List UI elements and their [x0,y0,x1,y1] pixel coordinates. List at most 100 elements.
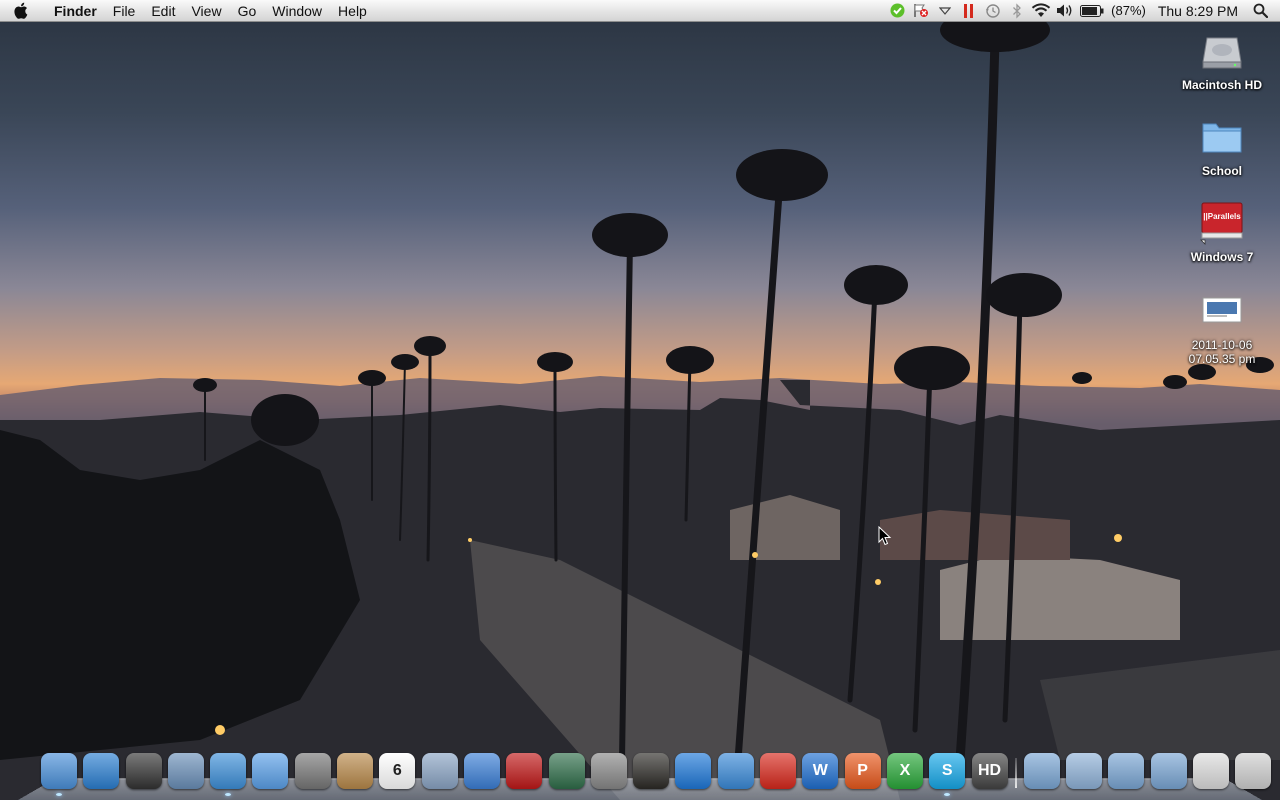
desktop-icon-label-line2: 07.05.35 pm [1188,352,1256,366]
desktop-icon-label-line1: 2011-10-06 [1191,338,1253,352]
dock-item-skype[interactable]: S [928,752,966,796]
dock-items: 6 W P X S HD [40,746,1277,796]
desktop-icon-label: Windows 7 [1190,250,1254,264]
battery-percent[interactable]: (87%) [1107,3,1150,18]
spotlight-icon[interactable] [1248,0,1272,22]
dock-item-photo-booth[interactable] [505,752,543,790]
folder-stack-icon [1150,753,1187,789]
dock-item-powerpoint[interactable]: P [844,752,882,790]
documents-stack-icon [1066,753,1103,789]
flag-blocked-icon[interactable] [909,0,933,22]
dock-item-safari[interactable] [209,752,247,796]
powerpoint-icon: P [844,753,881,789]
photo-booth-icon [506,753,543,789]
menu-edit[interactable]: Edit [143,0,183,22]
dock: 6 W P X S HD [18,752,1272,800]
menu-window[interactable]: Window [264,0,330,22]
dock-item-applications[interactable] [1023,752,1061,790]
dock-item-screen-sharing[interactable] [1192,752,1230,790]
dropdown-arrow-icon[interactable] [933,0,957,22]
hard-drive-icon [1199,28,1245,74]
dock-item-excel[interactable]: X [886,752,924,790]
skype-glyph: S [941,762,953,779]
photo-file-icon [1199,288,1245,334]
dock-item-mail[interactable] [167,752,205,790]
parallels-vm-icon: ||Parallels [1199,200,1245,246]
dock-item-ical[interactable]: 6 [378,752,416,790]
excel-icon: X [886,753,923,789]
mail-icon [167,753,204,789]
menu-help[interactable]: Help [330,0,375,22]
finder-icon [41,753,77,789]
windows-screen-icon [717,753,754,789]
parallels-badge: ||Parallels [1203,212,1241,221]
downloads-stack-icon [1108,753,1145,789]
running-indicator [56,793,62,796]
desktop-icon-macintosh-hd[interactable]: Macintosh HD [1174,28,1270,92]
dock-item-iphoto[interactable] [421,752,459,790]
word-icon: W [802,753,839,789]
safari-icon [210,753,247,789]
app-store-icon [83,753,120,789]
powerpoint-glyph: P [857,762,868,779]
dock-item-ichat[interactable] [251,752,289,790]
bubble-icon [675,753,712,789]
evernote-icon[interactable] [885,0,909,22]
battery-icon[interactable] [1077,0,1107,22]
system-preferences-icon [590,753,627,789]
dock-item-trash[interactable] [1234,752,1272,790]
hd-photo-icon: HD [971,753,1008,789]
dock-item-windows[interactable] [717,752,755,790]
dock-item-facetime[interactable] [294,752,332,790]
chalkboard-icon [633,753,670,789]
menu-app-name[interactable]: Finder [40,0,105,22]
menu-view[interactable]: View [183,0,229,22]
desktop-wallpaper [0,0,1280,800]
dock-item-itunes[interactable] [463,752,501,790]
dock-item-dashboard[interactable] [125,752,163,790]
dock-item-app-store[interactable] [82,752,120,790]
dock-item-word[interactable]: W [801,752,839,790]
bluetooth-icon[interactable] [1005,0,1029,22]
ichat-icon [252,753,289,789]
applications-stack-icon [1023,753,1060,789]
dock-item-parallels[interactable] [759,752,797,790]
desktop-icon-label: School [1201,164,1242,178]
desktop-icon-windows-7[interactable]: ||Parallels Windows 7 [1174,200,1270,264]
itunes-icon [463,753,500,789]
word-glyph: W [812,762,828,779]
dock-item-finder[interactable] [40,752,78,796]
time-machine-icon[interactable] [981,0,1005,22]
dock-item-documents[interactable] [1065,752,1103,790]
dock-item-downloads[interactable] [1107,752,1145,790]
dock-item-photo-booth-hd[interactable]: HD [971,752,1009,790]
parallels-icon[interactable] [957,0,981,22]
address-book-icon [337,753,374,789]
dock-item-address-book[interactable] [336,752,374,790]
dock-item-folder[interactable] [1150,752,1188,790]
skype-icon: S [929,753,966,789]
dock-item-messages[interactable] [674,752,712,790]
desktop-icon-screenshot-file[interactable]: 2011-10-06 07.05.35 pm [1174,288,1270,366]
dock-item-time-machine[interactable] [548,752,586,790]
mouse-cursor-icon [878,525,892,551]
desktop-icon-school[interactable]: School [1174,114,1270,178]
time-machine-icon [548,753,585,789]
hd-photo-glyph: HD [977,762,1002,779]
desktop-icon-label: Macintosh HD [1181,78,1262,92]
ical-glyph: 6 [392,762,402,779]
trash-icon [1235,753,1272,789]
menu-file[interactable]: File [105,0,144,22]
volume-icon[interactable] [1053,0,1077,22]
menu-go[interactable]: Go [230,0,265,22]
dock-item-system-preferences[interactable] [590,752,628,790]
wifi-icon[interactable] [1029,0,1053,22]
apple-menu-icon[interactable] [0,0,40,22]
ical-icon: 6 [379,753,416,789]
dashboard-icon [125,753,162,789]
menu-bar: Finder File Edit View Go Window Help (87… [0,0,1280,22]
parallels-icon [760,753,797,789]
iphoto-icon [421,753,458,789]
menu-clock[interactable]: Thu 8:29 PM [1150,3,1248,19]
dock-item-chalkboard[interactable] [632,752,670,790]
